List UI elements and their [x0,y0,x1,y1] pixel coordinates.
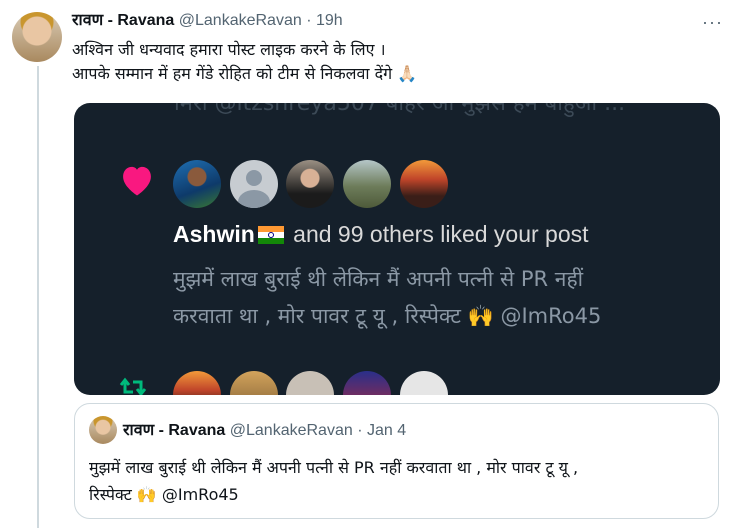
notification-text-line: मुझमें लाख बुराई थी लेकिन मैं अपनी पत्नी… [173,267,584,291]
retweet-icon [119,377,147,395]
quoted-text: मुझमें लाख बुराई थी लेकिन मैं अपनी पत्नी… [89,454,578,508]
quoted-date[interactable]: Jan 4 [367,422,406,439]
retweeter-avatar [400,371,448,395]
timestamp[interactable]: 19h [316,12,343,29]
retweeter-avatar [286,371,334,395]
notification-text-line: करवाता था , मोर पावर टू यू , रिस्पेक्ट 🙌… [173,304,602,328]
quoted-handle[interactable]: @LankakeRavan [230,422,353,439]
india-flag-icon [257,226,284,244]
heart-icon [123,166,151,196]
retweeter-avatar [173,371,221,395]
avatar[interactable] [12,12,62,62]
liker-avatar [173,160,221,208]
quoted-tweet-card[interactable]: रावण - Ravana @LankakeRavan · Jan 4 मुझम… [74,403,719,519]
liker-avatar [343,160,391,208]
quoted-separator: · [357,422,363,439]
quoted-display-name[interactable]: रावण - Ravana [123,422,225,439]
liker-name: Ashwin [173,221,255,247]
tweet-text-line: अश्विन जी धन्यवाद हमारा पोस्ट लाइक करने … [72,40,386,59]
cropped-text: मिरा @itzshreya507 बाहर आ मुझसे हम बाहुआ… [174,103,626,116]
thread-line [37,66,39,528]
notification-post-text: मुझमें लाख बुराई थी लेकिन मैं अपनी पत्नी… [173,261,601,335]
tweet-text-line: आपके सम्मान में हम गेंडे रोहित को टीम से… [72,64,418,83]
quoted-avatar[interactable] [89,416,117,444]
tweet-header: रावण - Ravana @LankakeRavan · 19h [72,10,343,32]
retweeter-avatar [230,371,278,395]
liker-avatar [286,160,334,208]
tweet-text: अश्विन जी धन्यवाद हमारा पोस्ट लाइक करने … [72,38,417,86]
retweeter-avatar [343,371,391,395]
quoted-text-line: रिस्पेक्ट 🙌 @ImRo45 [89,485,239,504]
liker-avatar [400,160,448,208]
liked-rest: and 99 others liked your post [286,221,589,247]
attached-image[interactable]: मिरा @itzshreya507 बाहर आ मुझसे हम बाहुआ… [74,103,720,395]
liker-avatar [230,160,278,208]
more-options-icon[interactable]: ··· [702,13,724,31]
quoted-text-line: मुझमें लाख बुराई थी लेकिन मैं अपनी पत्नी… [89,458,579,477]
separator: · [306,12,312,29]
like-notification: Ashwin and 99 others liked your post [173,221,589,248]
display-name[interactable]: रावण - Ravana [72,12,174,29]
handle[interactable]: @LankakeRavan [179,12,302,29]
quoted-header: रावण - Ravana @LankakeRavan · Jan 4 [123,421,406,441]
